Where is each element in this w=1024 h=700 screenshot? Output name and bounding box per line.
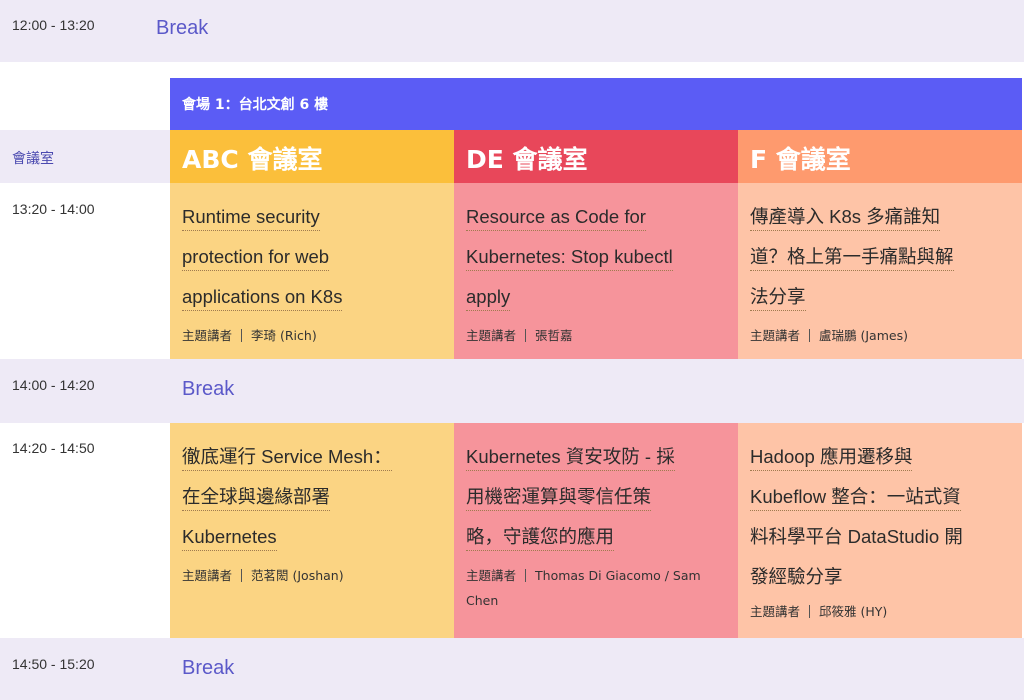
- session-card[interactable]: Kubernetes 資安攻防 - 採 用機密運算與零信任策 略，守護您的應用 …: [454, 423, 738, 638]
- session-speaker: 主題講者 盧瑞鵬 (James): [750, 328, 908, 343]
- break-label: Break: [182, 657, 235, 679]
- session-card[interactable]: Hadoop 應用遷移與 Kubeflow 整合：一站式資 料科學平台 Data…: [738, 423, 1022, 638]
- break-label: Break: [182, 378, 235, 400]
- session-title[interactable]: Resource as Code for Kubernetes: Stop ku…: [466, 197, 726, 317]
- time-label: 13:20 - 14:00: [12, 201, 95, 217]
- session-speaker: 主題講者 范茗閎 (Joshan): [182, 568, 344, 583]
- divider: [809, 605, 811, 618]
- session-card[interactable]: Runtime security protection for web appl…: [170, 183, 454, 359]
- break-row-2: 14:00 - 14:20 Break: [0, 359, 1024, 423]
- room-header-de: DE 會議室: [454, 130, 738, 183]
- session-speaker: 主題講者 Thomas Di Giacomo / Sam Chen: [466, 568, 701, 608]
- session-title[interactable]: Kubernetes 資安攻防 - 採 用機密運算與零信任策 略，守護您的應用: [466, 437, 726, 557]
- session-speaker: 主題講者 李琦 (Rich): [182, 328, 317, 343]
- time-label: 14:00 - 14:20: [12, 377, 95, 393]
- session-title[interactable]: 徹底運行 Service Mesh： 在全球與邊緣部署 Kubernetes: [182, 437, 442, 557]
- break-label: Break: [156, 17, 209, 39]
- venue-header: 會場 1：台北文創 6 樓: [170, 78, 1022, 130]
- time-label: 14:20 - 14:50: [12, 440, 95, 456]
- time-label: 14:50 - 15:20: [12, 656, 95, 672]
- break-row-1: 12:00 - 13:20 Break: [0, 0, 1024, 62]
- session-card[interactable]: Resource as Code for Kubernetes: Stop ku…: [454, 183, 738, 359]
- room-header-abc: ABC 會議室: [170, 130, 454, 183]
- divider: [809, 329, 811, 342]
- room-column-label: 會議室: [0, 130, 170, 183]
- time-label: 12:00 - 13:20: [12, 17, 95, 33]
- session-speaker: 主題講者 邱筱雅 (HY): [750, 604, 888, 619]
- break-row-3: 14:50 - 15:20 Break: [0, 638, 1024, 700]
- session-card[interactable]: 徹底運行 Service Mesh： 在全球與邊緣部署 Kubernetes 主…: [170, 423, 454, 638]
- session-title[interactable]: Runtime security protection for web appl…: [182, 197, 442, 317]
- session-title[interactable]: 傳產導入 K8s 多痛誰知 道？格上第一手痛點與解 法分享: [750, 197, 1010, 317]
- divider: [525, 569, 527, 582]
- session-card[interactable]: 傳產導入 K8s 多痛誰知 道？格上第一手痛點與解 法分享 主題講者 盧瑞鵬 (J…: [738, 183, 1022, 359]
- divider: [241, 569, 243, 582]
- divider: [525, 329, 527, 342]
- divider: [241, 329, 243, 342]
- session-speaker: 主題講者 張哲嘉: [466, 328, 573, 343]
- session-title[interactable]: Hadoop 應用遷移與 Kubeflow 整合：一站式資 料科學平台 Data…: [750, 437, 1010, 597]
- room-header-f: F 會議室: [738, 130, 1022, 183]
